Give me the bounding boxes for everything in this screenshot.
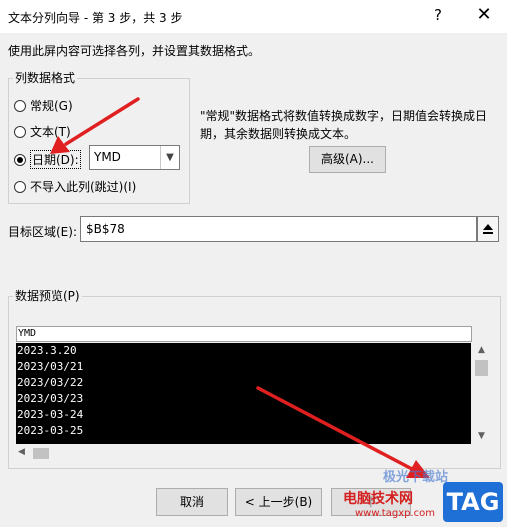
watermark-tag-logo: TAG xyxy=(443,482,503,522)
preview-grid[interactable]: 2023.3.20 2023/03/21 2023/03/22 2023/03/… xyxy=(16,343,471,444)
cancel-button[interactable]: 取消 xyxy=(156,488,228,516)
destination-input[interactable]: $B$78 xyxy=(80,216,477,242)
radio-date[interactable]: 日期(D): xyxy=(14,150,81,169)
date-format-value: YMD xyxy=(94,150,121,164)
advanced-button[interactable]: 高级(A)... xyxy=(309,146,386,173)
back-button[interactable]: < 上一步(B) xyxy=(235,488,322,516)
radio-circle-skip[interactable] xyxy=(14,180,26,193)
chevron-down-icon[interactable]: ▼ xyxy=(160,146,179,169)
radio-text[interactable]: 文本(T) xyxy=(14,123,71,140)
scroll-thumb[interactable] xyxy=(475,360,488,376)
title-bar: 文本分列向导 - 第 3 步，共 3 步 ? ✕ xyxy=(0,0,507,33)
destination-value: $B$78 xyxy=(86,222,125,236)
radio-general[interactable]: 常规(G) xyxy=(14,97,73,114)
scroll-left-icon[interactable]: ◀ xyxy=(18,447,25,457)
help-button[interactable]: ? xyxy=(428,6,448,24)
radio-label-general[interactable]: 常规(G) xyxy=(30,97,73,114)
date-format-select[interactable]: YMD ▼ xyxy=(89,145,180,170)
dialog-title: 文本分列向导 - 第 3 步，共 3 步 xyxy=(8,11,183,25)
data-preview-legend: 数据预览(P) xyxy=(13,287,82,304)
watermark-top-text: 极光下载站 xyxy=(383,470,449,485)
preview-row: 2023/03/23 xyxy=(17,392,84,405)
format-description: "常规"数据格式将数值转换成数字，日期值会转换成日期，其余数据则转换成文本。 xyxy=(200,109,488,141)
scroll-up-icon[interactable]: ▲ xyxy=(473,345,490,355)
preview-horizontal-scrollbar[interactable]: ◀ xyxy=(16,445,471,462)
preview-vertical-scrollbar[interactable]: ▲ ▼ xyxy=(473,343,490,444)
preview-row: 2023-03-25 xyxy=(17,424,84,437)
preview-row: 2023/03/21 xyxy=(17,360,84,373)
radio-skip[interactable]: 不导入此列(跳过)(I) xyxy=(14,178,136,195)
preview-row: 2023-03-24 xyxy=(17,408,84,421)
scroll-down-icon[interactable]: ▼ xyxy=(473,431,490,441)
watermark-url: www.tagxp.com xyxy=(355,508,435,519)
radio-label-text[interactable]: 文本(T) xyxy=(30,123,71,140)
radio-label-date[interactable]: 日期(D): xyxy=(30,150,81,169)
radio-circle-date[interactable] xyxy=(14,153,26,166)
close-button[interactable]: ✕ xyxy=(472,4,496,25)
destination-label: 目标区域(E): xyxy=(8,225,77,239)
preview-column-header[interactable]: YMD xyxy=(16,326,472,342)
column-format-legend: 列数据格式 xyxy=(13,69,78,86)
preview-row: 2023.3.20 xyxy=(17,344,77,357)
radio-circle-text[interactable] xyxy=(14,125,26,138)
collapse-dialog-icon[interactable] xyxy=(477,216,499,242)
radio-label-skip[interactable]: 不导入此列(跳过)(I) xyxy=(30,178,136,195)
preview-row: 2023/03/22 xyxy=(17,376,84,389)
instruction-text: 使用此屏内容可选择各列，并设置其数据格式。 xyxy=(8,44,261,58)
radio-circle-general[interactable] xyxy=(14,99,26,112)
watermark: 极光下载站 电脑技术网 www.tagxp.com TAG xyxy=(341,462,507,527)
scroll-thumb-horizontal[interactable] xyxy=(33,448,49,459)
watermark-main-text: 电脑技术网 xyxy=(343,491,413,507)
